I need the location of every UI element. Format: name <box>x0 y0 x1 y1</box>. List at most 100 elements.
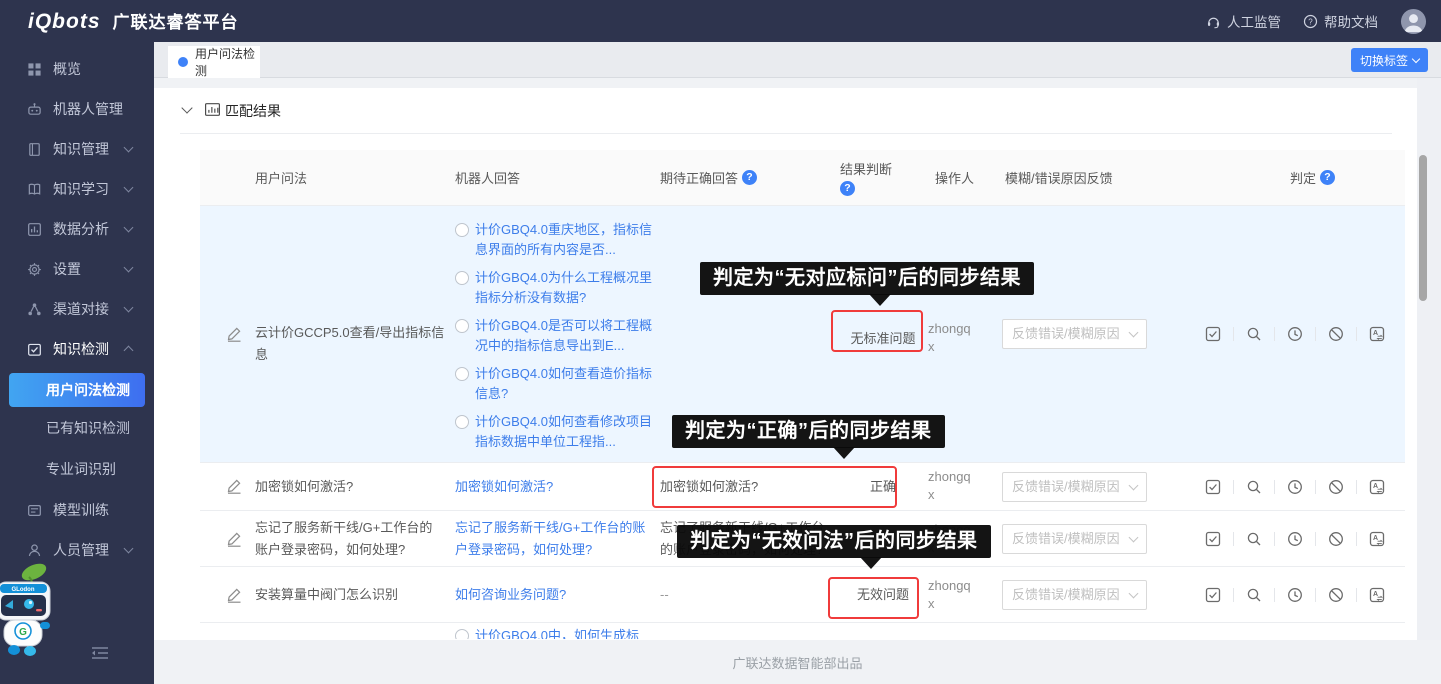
sync-translate-icon[interactable]: A <box>1369 479 1385 495</box>
section-collapse-icon[interactable] <box>181 102 192 113</box>
search-icon[interactable] <box>1246 587 1262 603</box>
invalid-ban-icon[interactable] <box>1328 587 1344 603</box>
sidebar-item-robot-manage[interactable]: 机器人管理 <box>0 89 154 129</box>
network-icon <box>27 302 42 317</box>
approve-checkbox-icon[interactable] <box>1205 326 1221 342</box>
divider <box>1356 480 1357 494</box>
scrollbar-thumb[interactable] <box>1419 155 1427 301</box>
row-actions: A <box>1205 587 1385 603</box>
chevron-down-icon <box>1129 533 1139 543</box>
sidebar-item-channel[interactable]: 渠道对接 <box>0 289 154 329</box>
divider <box>1274 327 1275 341</box>
expected-answer: 忘记了服务新干线/G+工作台的账户登录密码，如何处理? <box>660 517 832 561</box>
bar-chart-icon <box>27 222 42 237</box>
help-docs-link[interactable]: ? 帮助文档 <box>1303 11 1378 31</box>
approve-checkbox-icon[interactable] <box>1205 531 1221 547</box>
sync-translate-icon[interactable]: A <box>1369 531 1385 547</box>
radio-icon[interactable] <box>455 223 469 237</box>
feedback-dropdown[interactable]: 反馈错误/模糊原因 <box>1002 319 1147 349</box>
sidebar-item-settings[interactable]: 设置 <box>0 249 154 289</box>
sidebar-item-label: 人员管理 <box>53 540 109 560</box>
answer-option[interactable]: 计价GBQ4.0中，如何生成标 <box>455 626 655 639</box>
sidebar-item-overview[interactable]: 概览 <box>0 49 154 89</box>
answer-option[interactable]: 计价GBQ4.0是否可以将工程概况中的指标信息导出到E... <box>455 316 655 356</box>
chevron-down-icon <box>124 302 134 312</box>
divider <box>1356 532 1357 546</box>
search-icon[interactable] <box>1246 531 1262 547</box>
robot-answer-link[interactable]: 加密锁如何激活? <box>455 476 655 498</box>
divider <box>180 133 1392 134</box>
table-row: 云计价GCCP5.0查看/导出指标信息 计价GBQ4.0重庆地区，指标信息界面的… <box>200 205 1405 462</box>
sidebar-item-model-train[interactable]: 模型训练 <box>0 490 154 530</box>
answer-option[interactable]: 计价GBQ4.0为什么工程概况里指标分析没有数据? <box>455 268 655 308</box>
answer-option[interactable]: 计价GBQ4.0重庆地区，指标信息界面的所有内容是否... <box>455 220 655 260</box>
robot-answer-link[interactable]: 忘记了服务新干线/G+工作台的账户登录密码，如何处理? <box>455 517 655 561</box>
col-header-operator: 操作人 <box>935 150 974 205</box>
expected-answer: -- <box>660 584 832 606</box>
chevron-down-icon <box>1129 481 1139 491</box>
question-badge-icon[interactable]: ? <box>1320 170 1335 185</box>
sidebar: 概览 机器人管理 知识管理 知识学习 数据分析 设置 渠道对接 <box>0 42 154 684</box>
edit-icon[interactable] <box>226 587 244 610</box>
sidebar-subitem-existing-knowledge-check[interactable]: 已有知识检测 <box>0 407 154 448</box>
radio-icon[interactable] <box>455 629 469 639</box>
col-header-result-judgement: 结果判断 ? <box>840 150 892 205</box>
pending-clock-icon[interactable] <box>1287 531 1303 547</box>
search-icon[interactable] <box>1246 479 1262 495</box>
open-book-icon <box>27 182 42 197</box>
pending-clock-icon[interactable] <box>1287 326 1303 342</box>
answer-option[interactable]: 计价GBQ4.0如何查看造价指标信息? <box>455 364 655 404</box>
approve-checkbox-icon[interactable] <box>1205 587 1221 603</box>
invalid-ban-icon[interactable] <box>1328 479 1344 495</box>
approve-checkbox-icon[interactable] <box>1205 479 1221 495</box>
pending-clock-icon[interactable] <box>1287 587 1303 603</box>
sidebar-collapse-icon[interactable] <box>90 645 110 664</box>
sidebar-item-knowledge-manage[interactable]: 知识管理 <box>0 129 154 169</box>
robot-answer-options: 计价GBQ4.0中，如何生成标 <box>455 626 655 639</box>
sidebar-item-knowledge-check[interactable]: 知识检测 <box>0 329 154 369</box>
svg-text:A: A <box>1373 535 1378 542</box>
answer-option[interactable]: 计价GBQ4.0如何查看修改项目指标数据中单位工程指... <box>455 412 655 452</box>
feedback-dropdown[interactable]: 反馈错误/模糊原因 <box>1002 524 1147 554</box>
table-row: 安装算量中阀门怎么识别 如何咨询业务问题? -- 无效问题 zhongqx 反馈… <box>200 566 1405 622</box>
tab-user-question-check[interactable]: 用户问法检测 <box>168 46 260 78</box>
col-header-expected-answer: 期待正确回答 ? <box>660 150 757 205</box>
radio-icon[interactable] <box>455 415 469 429</box>
glodon-mascot: GLodon G <box>0 560 58 658</box>
divider <box>1356 327 1357 341</box>
switch-tag-button[interactable]: 切换标签 <box>1351 48 1428 72</box>
edit-icon[interactable] <box>226 478 244 501</box>
robot-answer-link[interactable]: 如何咨询业务问题? <box>455 584 655 606</box>
invalid-ban-icon[interactable] <box>1328 531 1344 547</box>
chevron-down-icon <box>124 222 134 232</box>
chevron-down-icon <box>1412 54 1420 62</box>
robot-answer-options: 计价GBQ4.0重庆地区，指标信息界面的所有内容是否... 计价GBQ4.0为什… <box>455 220 655 460</box>
sidebar-item-label: 机器人管理 <box>53 99 123 119</box>
pending-clock-icon[interactable] <box>1287 479 1303 495</box>
table-header-row: 用户问法 机器人回答 期待正确回答 ? 结果判断 ? 操作人 模糊/错误原因反馈… <box>200 150 1405 205</box>
sidebar-subitem-term-recognition[interactable]: 专业词识别 <box>0 448 154 489</box>
question-badge-icon[interactable]: ? <box>840 181 855 196</box>
invalid-ban-icon[interactable] <box>1328 326 1344 342</box>
sidebar-subitem-user-question-check[interactable]: 用户问法检测 <box>9 373 145 407</box>
chevron-down-icon <box>1129 328 1139 338</box>
sidebar-item-label: 渠道对接 <box>53 299 109 319</box>
svg-text:?: ? <box>1308 17 1313 26</box>
edit-icon[interactable] <box>226 531 244 554</box>
divider <box>1315 327 1316 341</box>
search-icon[interactable] <box>1246 326 1262 342</box>
sidebar-item-data-analysis[interactable]: 数据分析 <box>0 209 154 249</box>
manual-supervision-link[interactable]: 人工监管 <box>1206 11 1281 31</box>
section-header: 匹配结果 <box>154 88 1417 133</box>
edit-icon[interactable] <box>226 326 244 349</box>
radio-icon[interactable] <box>455 271 469 285</box>
feedback-dropdown[interactable]: 反馈错误/模糊原因 <box>1002 472 1147 502</box>
avatar[interactable] <box>1400 8 1427 35</box>
question-badge-icon[interactable]: ? <box>742 170 757 185</box>
feedback-dropdown[interactable]: 反馈错误/模糊原因 <box>1002 580 1147 610</box>
radio-icon[interactable] <box>455 319 469 333</box>
sync-translate-icon[interactable]: A <box>1369 326 1385 342</box>
radio-icon[interactable] <box>455 367 469 381</box>
sync-translate-icon[interactable]: A <box>1369 587 1385 603</box>
sidebar-item-knowledge-learn[interactable]: 知识学习 <box>0 169 154 209</box>
